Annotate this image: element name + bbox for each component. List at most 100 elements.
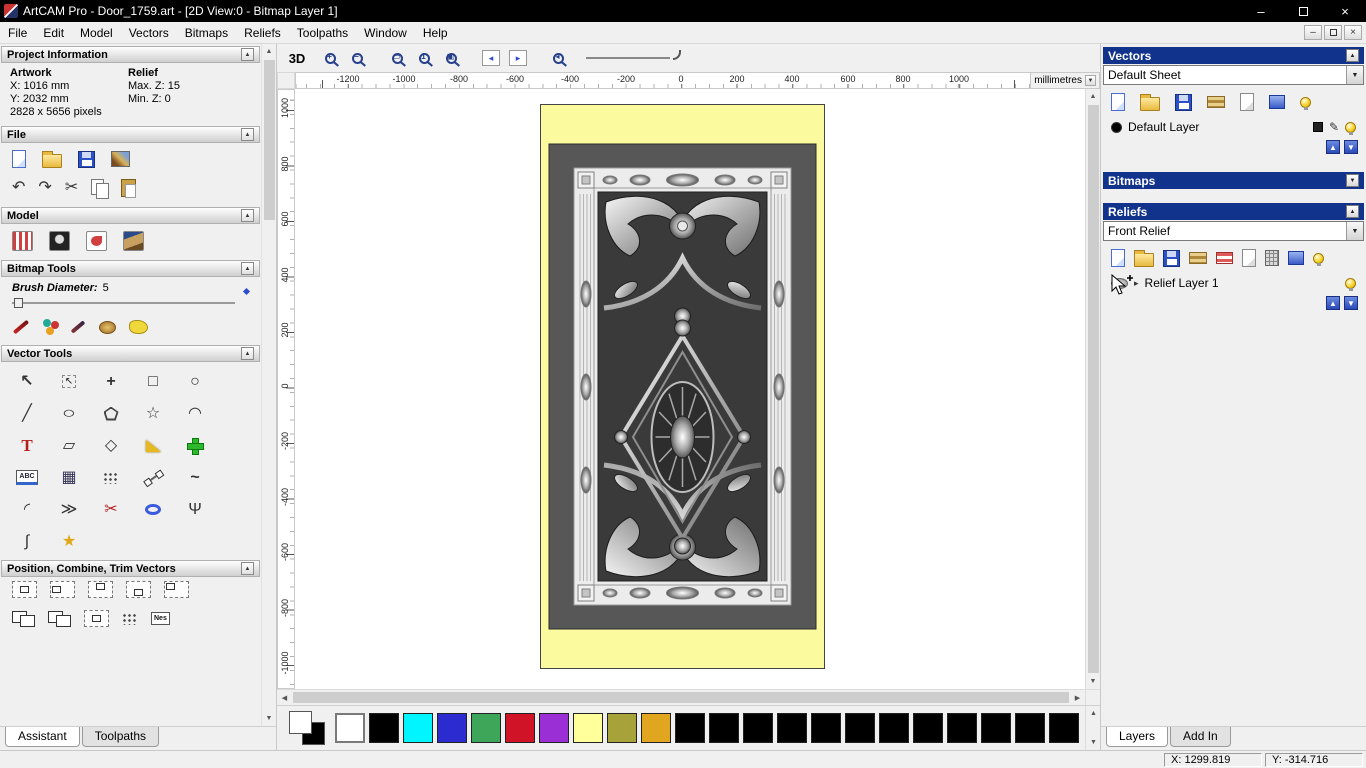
- set-model-size-icon[interactable]: [12, 231, 33, 251]
- menu-edit[interactable]: Edit: [35, 23, 72, 43]
- save-relief-icon[interactable]: [1163, 249, 1180, 267]
- tab-toolpaths[interactable]: Toolpaths: [81, 727, 160, 747]
- layer-name[interactable]: Default Layer: [1128, 120, 1199, 134]
- scroll-up-button[interactable]: ▲: [1086, 89, 1101, 104]
- mesh-creator-tool[interactable]: ▦: [50, 463, 88, 492]
- menu-help[interactable]: Help: [415, 23, 456, 43]
- palette-scrollbar[interactable]: ▲ ▼: [1085, 706, 1100, 750]
- sheet-selector[interactable]: Default Sheet ▼: [1103, 65, 1364, 85]
- palette-swatch[interactable]: [879, 713, 909, 743]
- array-copy-icon[interactable]: [122, 612, 138, 625]
- new-sheet-icon[interactable]: [1240, 93, 1254, 111]
- color-picker-icon[interactable]: [43, 319, 51, 327]
- snap-grid-tool[interactable]: [176, 431, 214, 460]
- paint-brush-icon[interactable]: [12, 319, 30, 335]
- texture-brush-icon[interactable]: [99, 320, 116, 334]
- create-diamond-tool[interactable]: ◇: [92, 431, 130, 460]
- circle-tool[interactable]: ○: [176, 367, 214, 396]
- layer-color-swatch[interactable]: [1111, 121, 1122, 133]
- palette-swatch[interactable]: [437, 713, 467, 743]
- zoom-1to1-button[interactable]: 1: [412, 47, 436, 69]
- menu-file[interactable]: File: [0, 23, 35, 43]
- zoom-previous-button[interactable]: ◂: [546, 47, 570, 69]
- redo-icon[interactable]: ↷: [38, 180, 51, 196]
- palette-swatch[interactable]: [539, 713, 569, 743]
- scroll-down-button[interactable]: ▼: [1086, 735, 1101, 750]
- offset-vectors-tool[interactable]: ≫: [50, 495, 88, 524]
- fit-curve-tool[interactable]: ~: [176, 463, 214, 492]
- calculate-relief-icon[interactable]: [1265, 250, 1279, 266]
- ellipse-tool[interactable]: ○: [50, 399, 88, 428]
- palette-swatch[interactable]: [913, 713, 943, 743]
- envelope-distort-tool[interactable]: ▱: [50, 431, 88, 460]
- save-vector-layer-icon[interactable]: [1175, 93, 1192, 111]
- move-relief-up-button[interactable]: ▲: [1326, 296, 1340, 310]
- toggle-relief-visibility-icon[interactable]: [1313, 252, 1324, 266]
- move-vectors-tool[interactable]: +: [92, 367, 130, 396]
- collapse-vector-tools-button[interactable]: ▲: [241, 347, 254, 360]
- weld-vectors-icon[interactable]: [12, 610, 35, 627]
- close-button[interactable]: ×: [1324, 0, 1366, 22]
- create-star-tool[interactable]: ★: [50, 527, 88, 556]
- scrollbar-thumb[interactable]: [1087, 105, 1099, 673]
- new-model-icon[interactable]: [12, 150, 26, 168]
- palette-swatch[interactable]: [471, 713, 501, 743]
- load-bitmap-icon[interactable]: [123, 231, 144, 251]
- move-relief-down-button[interactable]: ▼: [1344, 296, 1358, 310]
- scroll-left-button[interactable]: ◀: [277, 690, 292, 705]
- tab-assistant[interactable]: Assistant: [5, 727, 80, 747]
- scrollbar-thumb[interactable]: [263, 60, 275, 220]
- align-left-icon[interactable]: [50, 581, 75, 598]
- collapse-vectors-button[interactable]: ▲: [1346, 49, 1359, 62]
- brush-diameter-slider[interactable]: [12, 287, 251, 309]
- units-dropdown-icon[interactable]: ▼: [1085, 75, 1096, 86]
- relief-layer-thumbnail-icon[interactable]: [1111, 277, 1128, 289]
- move-layer-down-button[interactable]: ▼: [1344, 140, 1358, 154]
- scroll-up-button[interactable]: ▲: [1086, 706, 1101, 721]
- palette-swatch[interactable]: [607, 713, 637, 743]
- canvas-horizontal-scrollbar[interactable]: ◀ ▶: [277, 689, 1100, 705]
- subtract-vectors-icon[interactable]: [48, 610, 71, 627]
- tab-layers[interactable]: Layers: [1106, 727, 1169, 747]
- primary-color-swatch[interactable]: [289, 711, 312, 734]
- minimize-button[interactable]: –: [1240, 0, 1282, 22]
- vector-layer-row[interactable]: Default Layer ✎: [1101, 116, 1366, 138]
- merge-layers-icon[interactable]: [1269, 95, 1285, 109]
- scroll-down-button[interactable]: ▼: [262, 711, 277, 726]
- align-top-icon[interactable]: [88, 581, 113, 598]
- relief-layer-row[interactable]: ▸ Relief Layer 1: [1101, 272, 1366, 294]
- profile-tool[interactable]: ∫: [8, 527, 46, 556]
- expand-bitmaps-button[interactable]: ▼: [1346, 174, 1359, 187]
- cut-icon[interactable]: ✂: [65, 180, 78, 196]
- open-vector-layer-icon[interactable]: [1140, 94, 1160, 111]
- transfer-relief-icon[interactable]: [1216, 252, 1233, 264]
- palette-swatch[interactable]: [641, 713, 671, 743]
- collapse-reliefs-button[interactable]: ▲: [1346, 205, 1359, 218]
- toggle-all-visibility-icon[interactable]: [1300, 96, 1311, 110]
- canvas-vertical-scrollbar[interactable]: ▲ ▼: [1085, 89, 1100, 689]
- collapse-project-information-button[interactable]: ▲: [241, 48, 254, 61]
- palette-swatch[interactable]: [845, 713, 875, 743]
- scroll-down-button[interactable]: ▼: [1086, 674, 1101, 689]
- assistant-scrollbar[interactable]: ▲ ▼: [261, 44, 276, 726]
- collapse-model-button[interactable]: ▲: [241, 209, 254, 222]
- mdi-close-button[interactable]: ×: [1344, 25, 1362, 40]
- extrude-tool[interactable]: [134, 495, 172, 524]
- layer-visibility-icon[interactable]: [1345, 121, 1356, 135]
- dropdown-arrow-icon[interactable]: ▼: [1346, 222, 1363, 240]
- color-indicator[interactable]: [289, 711, 325, 745]
- zoom-box-button[interactable]: ▭: [385, 47, 409, 69]
- palette-swatch[interactable]: [403, 713, 433, 743]
- import-image-icon[interactable]: [111, 151, 130, 167]
- collapse-position-tools-button[interactable]: ▲: [241, 562, 254, 575]
- menu-window[interactable]: Window: [356, 23, 415, 43]
- dropdown-arrow-icon[interactable]: ▼: [1346, 66, 1363, 84]
- open-model-icon[interactable]: [42, 151, 62, 168]
- menu-reliefs[interactable]: Reliefs: [236, 23, 289, 43]
- edit-layer-icon[interactable]: ✎: [1329, 120, 1339, 134]
- star-tool[interactable]: ☆: [134, 399, 172, 428]
- canvas-2d-view[interactable]: [295, 89, 1085, 689]
- menu-toolpaths[interactable]: Toolpaths: [289, 23, 356, 43]
- align-bottom-icon[interactable]: [126, 581, 151, 598]
- relief-layer-name[interactable]: Relief Layer 1: [1145, 276, 1219, 290]
